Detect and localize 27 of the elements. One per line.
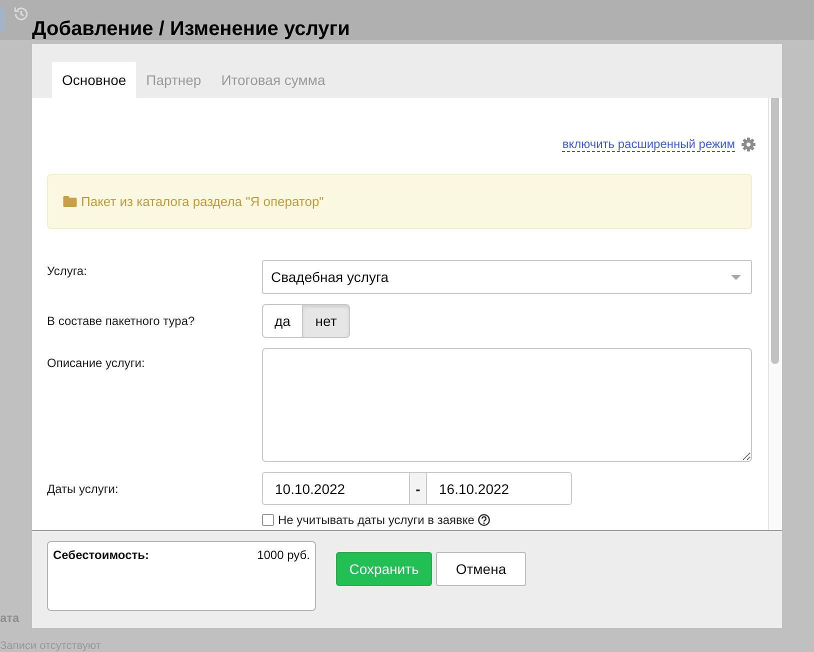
toggle-option[interactable]: да xyxy=(262,304,303,338)
cancel-button[interactable]: Отмена xyxy=(436,552,526,586)
date-separator: - xyxy=(410,472,426,505)
scrollbar-track[interactable] xyxy=(768,98,782,530)
toggle-option[interactable]: нет xyxy=(303,304,350,338)
date-to-field[interactable]: 16.10.2022 xyxy=(426,472,572,505)
tab[interactable]: Основное xyxy=(52,62,136,98)
description-field[interactable] xyxy=(262,348,752,462)
history-icon xyxy=(13,6,29,22)
field-label: В составе пакетного тура? xyxy=(47,313,196,330)
service-select[interactable]: Свадебная услуга xyxy=(262,260,752,294)
field-label: Описание услуги: xyxy=(47,355,146,372)
checkbox[interactable] xyxy=(262,514,274,526)
advanced-mode-link[interactable]: включить расширенный режим xyxy=(562,136,735,152)
scrollbar-thumb[interactable] xyxy=(771,98,779,364)
field-label: Услуга: xyxy=(47,263,88,280)
settings-icon[interactable] xyxy=(741,136,756,152)
caret-icon xyxy=(731,274,741,280)
folder-icon xyxy=(63,196,77,207)
notice-text: Пакет из каталога раздела "Я оператор" xyxy=(81,194,324,209)
field-label: Даты услуги: xyxy=(47,481,120,498)
checkbox-label: Не учитывать даты услуги в заявке xyxy=(278,513,474,527)
cost-label: Себестоимость: xyxy=(53,548,150,562)
help-icon[interactable] xyxy=(478,514,490,526)
cost-value: 1000 руб. xyxy=(257,548,310,562)
dialog-title: Добавление / Изменение услуги xyxy=(32,17,350,41)
date-from-field[interactable]: 10.10.2022 xyxy=(262,472,410,505)
